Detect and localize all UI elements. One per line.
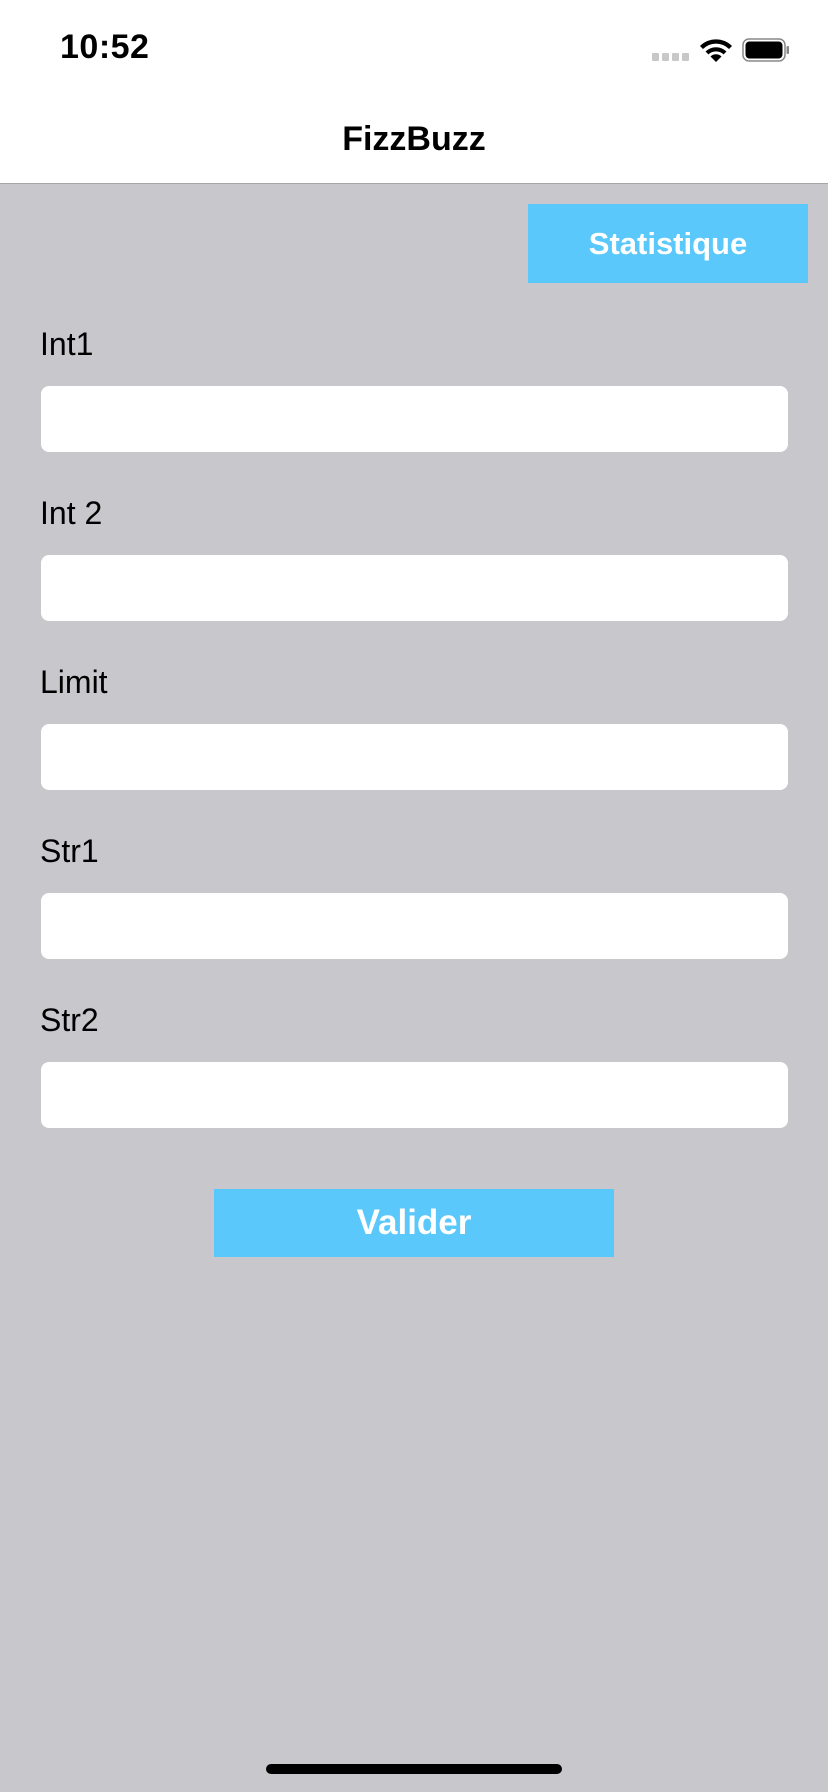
valider-button[interactable]: Valider [214, 1189, 614, 1257]
int2-input[interactable] [41, 555, 788, 621]
statistique-button[interactable]: Statistique [528, 204, 808, 283]
battery-icon [742, 38, 789, 62]
str2-input[interactable] [41, 1062, 788, 1128]
status-time: 10:52 [60, 28, 150, 66]
cellular-signal-icon [652, 53, 690, 61]
str1-input[interactable] [41, 893, 788, 959]
navigation-bar: FizzBuzz [0, 96, 828, 184]
app-screen: 10:52 FizzBuzz Statistique Int1 Int 2 Li… [0, 0, 828, 1792]
str2-label: Str2 [40, 1002, 99, 1038]
str1-label: Str1 [40, 833, 99, 869]
limit-label: Limit [40, 664, 108, 700]
limit-input[interactable] [41, 724, 788, 790]
page-title: FizzBuzz [342, 120, 486, 158]
home-indicator[interactable] [266, 1764, 562, 1774]
int1-input[interactable] [41, 386, 788, 452]
wifi-icon [700, 39, 732, 62]
status-bar: 10:52 [0, 0, 828, 96]
int1-label: Int1 [40, 326, 94, 362]
int2-label: Int 2 [40, 495, 103, 531]
